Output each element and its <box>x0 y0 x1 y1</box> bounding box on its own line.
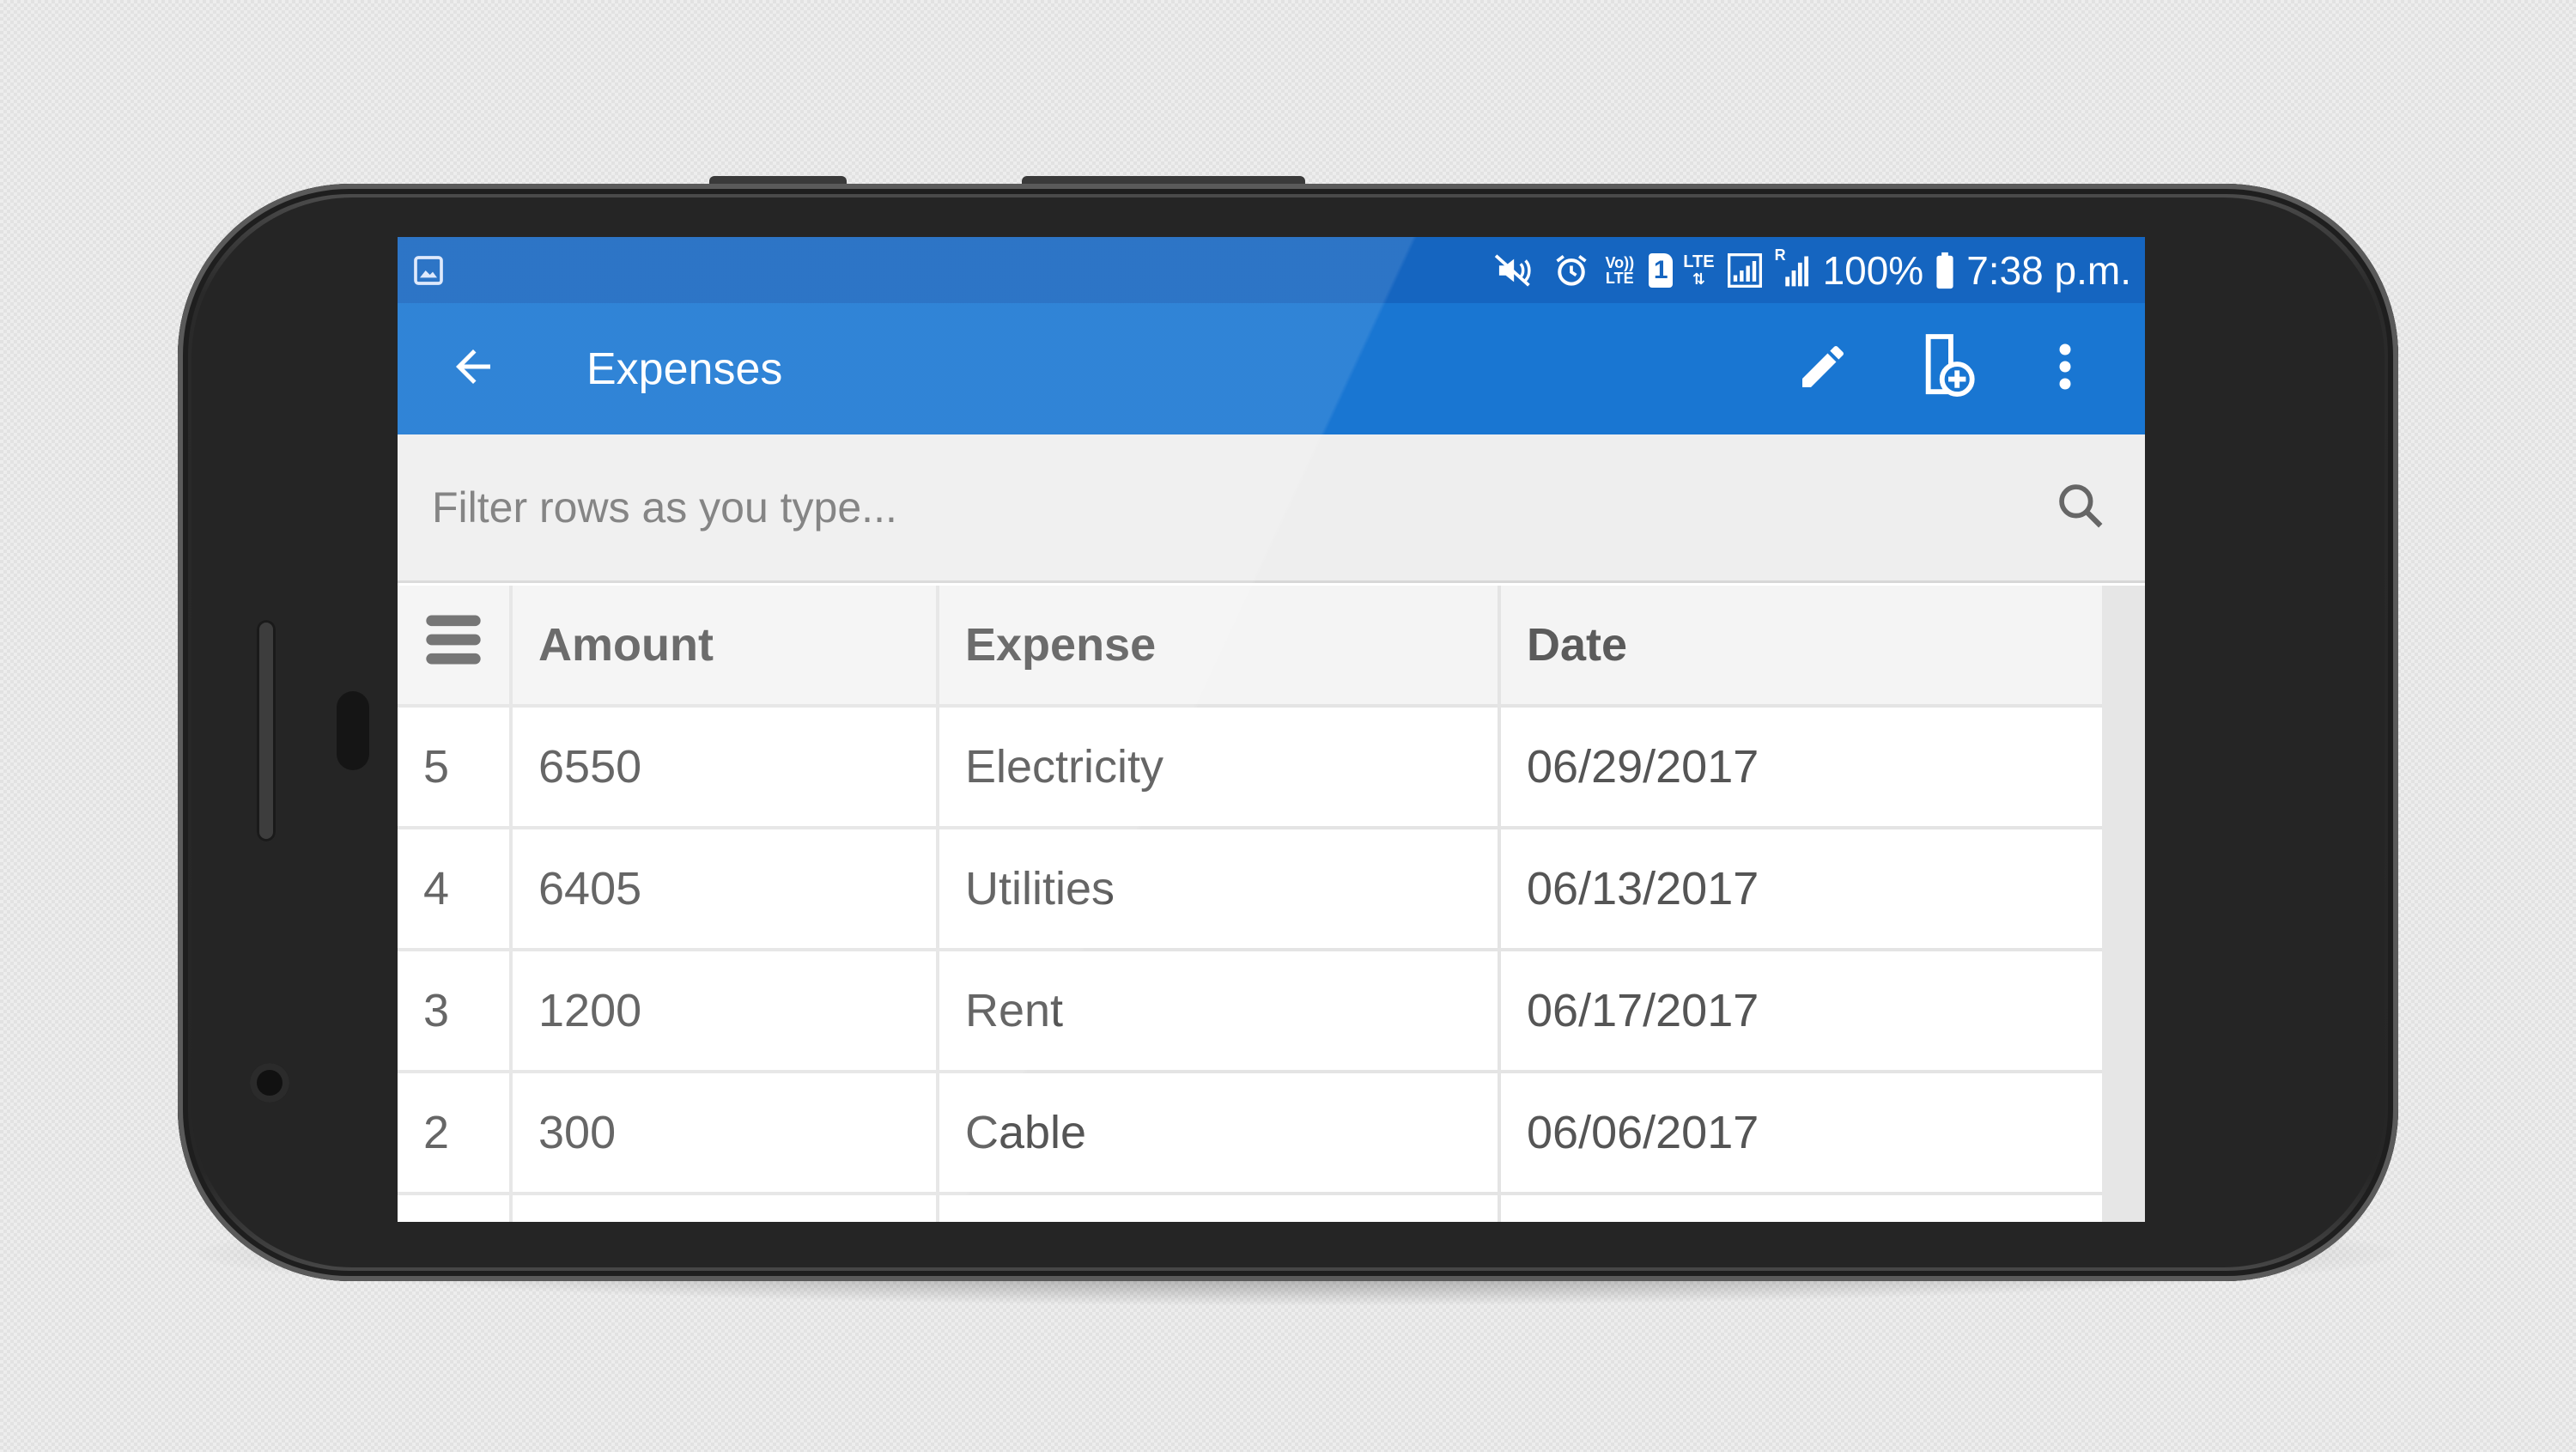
column-menu-button[interactable] <box>398 586 509 704</box>
gallery-notification-icon <box>411 253 446 288</box>
signal-roaming-icon <box>1725 252 1765 289</box>
search-button[interactable] <box>2033 460 2128 555</box>
proximity-sensor <box>337 691 369 770</box>
sim-icon: 1 <box>1649 252 1674 288</box>
cell-amount[interactable]: 300 <box>513 1073 936 1192</box>
battery-percent: 100% <box>1822 247 1924 293</box>
column-header-expense[interactable]: Expense <box>939 586 1498 704</box>
earpiece-speaker <box>257 620 276 841</box>
roaming-label: R <box>1774 246 1786 264</box>
sim-label: 1 <box>1649 252 1674 288</box>
row-number[interactable]: 5 <box>398 708 509 826</box>
cell-amount[interactable]: 6405 <box>513 829 936 948</box>
horizontal-scroll-edge[interactable] <box>2102 586 2145 1222</box>
more-vert-icon <box>2057 341 2074 397</box>
overflow-menu-button[interactable] <box>2018 318 2112 421</box>
cell-expense[interactable]: Rent <box>939 951 1498 1070</box>
edit-button[interactable] <box>1776 318 1870 421</box>
clock: 7:38 p.m. <box>1966 247 2131 293</box>
row-number[interactable]: 3 <box>398 951 509 1070</box>
mute-icon <box>1492 251 1542 290</box>
cell-expense[interactable]: Electricity <box>939 708 1498 826</box>
row-number[interactable]: 4 <box>398 829 509 948</box>
hamburger-menu-icon <box>421 607 486 683</box>
filter-input[interactable] <box>430 482 2033 533</box>
search-icon <box>2054 479 2107 537</box>
cell-amount[interactable]: 6550 <box>513 708 936 826</box>
cell-expense[interactable]: Utilities <box>939 829 1498 948</box>
signal-icon: R <box>1775 246 1813 289</box>
filter-bar <box>398 434 2145 583</box>
back-button[interactable] <box>422 318 525 421</box>
pencil-icon <box>1795 339 1850 398</box>
table-area: Amount Expense Date 5 6550 Electricity 0… <box>398 586 2145 1222</box>
battery-icon <box>1934 251 1956 290</box>
status-bar: Vo)) LTE 1 LTE ⇅ R 100% 7:38 p.m. <box>398 237 2145 303</box>
back-arrow-icon <box>447 341 499 397</box>
lte-label: LTE <box>1683 252 1715 271</box>
app-bar: Expenses <box>398 303 2145 434</box>
data-table: Amount Expense Date 5 6550 Electricity 0… <box>398 586 2102 1222</box>
add-row-button[interactable] <box>1901 318 1996 421</box>
front-camera <box>250 1063 289 1103</box>
cell-expense[interactable]: Cable <box>939 1073 1498 1192</box>
alarm-icon <box>1552 251 1590 290</box>
phone-screen: Vo)) LTE 1 LTE ⇅ R 100% 7:38 p.m. Expens… <box>398 237 2145 1222</box>
page-title: Expenses <box>586 343 783 394</box>
volte-label: Vo)) LTE <box>1605 253 1635 287</box>
cell-date[interactable]: 06/29/2017 <box>1501 708 2102 826</box>
cell-partial[interactable] <box>939 1195 1498 1222</box>
cell-date[interactable]: 06/13/2017 <box>1501 829 2102 948</box>
cell-partial[interactable] <box>1501 1195 2102 1222</box>
volte-icon: Vo)) LTE <box>1601 255 1638 286</box>
lte-icon: LTE ⇅ <box>1683 253 1714 288</box>
cell-date[interactable]: 06/06/2017 <box>1501 1073 2102 1192</box>
row-partial[interactable] <box>398 1195 509 1222</box>
column-header-date[interactable]: Date <box>1501 586 2102 704</box>
add-document-icon <box>1918 331 1978 407</box>
column-header-amount[interactable]: Amount <box>513 586 936 704</box>
data-arrows-icon: ⇅ <box>1692 270 1705 288</box>
cell-date[interactable]: 06/17/2017 <box>1501 951 2102 1070</box>
row-number[interactable]: 2 <box>398 1073 509 1192</box>
cell-partial[interactable] <box>513 1195 936 1222</box>
cell-amount[interactable]: 1200 <box>513 951 936 1070</box>
